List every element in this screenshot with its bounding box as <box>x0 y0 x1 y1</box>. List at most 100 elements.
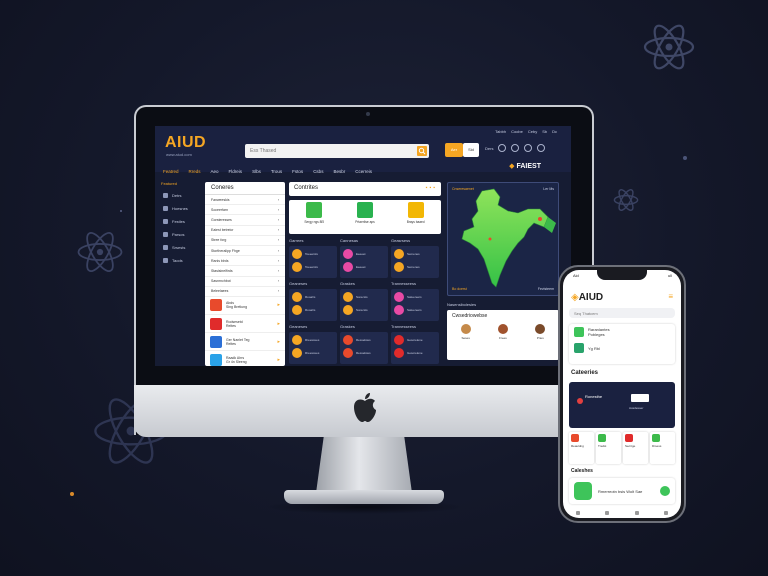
phone-featured-card: Raranlantes Pobleges Yg Rbl <box>569 324 675 364</box>
search-icon[interactable] <box>605 511 610 515</box>
app-grid-cell[interactable]: Semenes Semenes <box>391 246 439 278</box>
category-item[interactable]: Stasisinelfirds › <box>205 266 285 277</box>
app-logo[interactable]: ◈AIUD <box>571 292 603 303</box>
category-app-row[interactable]: Abds Sing Bretlung ▸ <box>205 297 285 316</box>
phone-tile[interactable]: Tredst <box>596 432 621 464</box>
category-item[interactable]: Stree forg › <box>205 236 285 246</box>
play-icon[interactable]: ▸ <box>277 357 280 363</box>
category-app-row[interactable]: Rodsesetd Reltes ▸ <box>205 315 285 334</box>
category-item[interactable]: Gorsteresses › <box>205 215 285 226</box>
user-icon[interactable] <box>498 144 507 152</box>
install-button[interactable] <box>660 486 670 496</box>
phone-card-row[interactable]: Yg Rbl <box>569 340 675 356</box>
play-icon[interactable]: ▸ <box>277 339 280 345</box>
india-map-panel[interactable]: Cnseresaenet Ler Ms Bo dcerst Fevisteem <box>447 182 559 296</box>
category-item[interactable]: Fanweeskis › <box>205 195 285 206</box>
phone-tile[interactable]: Drsess <box>650 432 675 464</box>
sparkle-dot <box>683 156 687 160</box>
home-icon[interactable] <box>575 511 580 515</box>
app-grid-cell[interactable]: Toeeersls Toeeersls <box>289 246 337 278</box>
nav-item[interactable]: Trous <box>271 169 282 174</box>
category-app-row[interactable]: Raadk Ahrs Gr 4n Sleeng ▸ <box>205 351 285 366</box>
top-link[interactable]: Dc <box>552 129 557 134</box>
more-icon[interactable]: ▪▪▪ <box>426 185 437 191</box>
sidebar-item[interactable]: Festles <box>155 215 201 228</box>
phone-card-text: Raranlantes Pobleges <box>588 327 610 337</box>
category-app-row[interactable]: Ger Nanlet Teg Reltes ▸ <box>205 333 285 352</box>
grid-icon[interactable] <box>634 511 639 515</box>
phone-card-row[interactable]: Raranlantes Pobleges <box>569 324 675 340</box>
app-grid-cell[interactable]: Rooalrs Rooalrs <box>289 289 337 321</box>
sidebar-item[interactable]: Hoesnes <box>155 202 201 215</box>
category-item[interactable]: Sasnrnchbot › <box>205 277 285 287</box>
phone-search-input[interactable]: Seq Thatcem <box>569 308 675 318</box>
app-icon <box>407 202 424 218</box>
app-grid-cell[interactable]: Sorecsts Sorecsts <box>340 289 388 321</box>
app-icon <box>292 348 302 358</box>
app-grid-cell[interactable]: Resselstes Resselstes <box>340 332 388 364</box>
grid-cell-label: Toeeersls <box>305 265 318 269</box>
app-grid-cell[interactable]: Satuereers Satuereers <box>391 289 439 321</box>
category-item[interactable]: Ranis blrds › <box>205 256 285 267</box>
person[interactable]: Pries <box>535 324 546 340</box>
content-header: Contrites ▪▪▪ <box>289 182 441 196</box>
top-link[interactable]: Sb <box>542 129 547 134</box>
bell-icon[interactable] <box>511 144 520 152</box>
featured-app[interactable]: Sergy ngs 8El <box>292 202 336 224</box>
app-grid-cell[interactable]: Rreescees Rreescees <box>289 332 337 364</box>
header-link[interactable]: Ders <box>485 146 493 151</box>
sidebar-item[interactable]: Detrs <box>155 189 201 202</box>
category-item[interactable]: Soceerfarn › <box>205 205 285 216</box>
play-icon[interactable]: ▸ <box>277 321 280 327</box>
nav-item[interactable]: Fstos <box>292 169 303 174</box>
sidebar-item-label: Hoesnes <box>172 206 188 211</box>
signup-button[interactable]: Sid <box>463 143 479 157</box>
sidebar-item[interactable]: Taods <box>155 254 201 267</box>
app-grid-cell[interactable]: Gesorelene Gesorelene <box>391 332 439 364</box>
site-logo[interactable]: AIUD <box>165 134 206 152</box>
phone-tile[interactable]: Reauldng <box>569 432 594 464</box>
nav-item[interactable]: Slbs <box>252 169 261 174</box>
nav-item[interactable]: Csbs <box>313 169 323 174</box>
imac-base <box>284 490 444 504</box>
sidebar-item[interactable]: Srsests <box>155 241 201 254</box>
phone-banner[interactable]: Ronesthe Aosdesoer <box>569 382 675 428</box>
globe-icon[interactable] <box>537 144 546 152</box>
featured-app[interactable]: Brays baaed <box>394 202 438 224</box>
app-text: Ger Nanlet Teg Reltes <box>226 338 249 346</box>
phone-tile[interactable]: Secrtge <box>623 432 648 464</box>
grid-cell-row: Sorecsts <box>343 292 385 302</box>
menu-icon[interactable]: ≡ <box>668 292 673 301</box>
search-input[interactable]: Ess Thased <box>245 144 429 158</box>
person[interactable]: Frees <box>497 324 508 340</box>
promo-label[interactable]: ◆ FAIEST <box>509 162 541 170</box>
app-subtitle: Sing Bretlung <box>226 305 248 310</box>
featured-app[interactable]: Prtaerlise aps <box>343 202 387 224</box>
nav-item[interactable]: Featred <box>163 169 179 174</box>
top-link[interactable]: Tabbh <box>495 129 506 134</box>
top-link[interactable]: Ceby <box>528 129 537 134</box>
app-grid-cell[interactable]: Eeeeet Eeeeet <box>340 246 388 278</box>
phone-app-card[interactable]: Rmerreotn bsis Wolt Sae <box>569 478 675 504</box>
app-icon <box>292 249 302 259</box>
settings-icon[interactable] <box>524 144 533 152</box>
category-item[interactable]: Beleelaees › <box>205 287 285 297</box>
play-icon[interactable]: ▸ <box>277 302 280 308</box>
top-link[interactable]: Coobe <box>511 129 523 134</box>
grid-cell-label: Sorecsts <box>356 295 368 299</box>
nav-item[interactable]: Aeo <box>211 169 219 174</box>
category-item[interactable]: Stortheralipp Fhge › <box>205 246 285 257</box>
person[interactable]: Seses <box>460 324 471 340</box>
nav-item[interactable]: Besbr <box>333 169 345 174</box>
category-item[interactable]: Eaiest betreicr › <box>205 226 285 236</box>
search-icon[interactable] <box>417 146 427 156</box>
user-icon[interactable] <box>664 511 669 515</box>
nav-item[interactable]: Ccerreis <box>355 169 372 174</box>
banner-button[interactable] <box>631 394 649 402</box>
sidebar-item[interactable]: Parsos <box>155 228 201 241</box>
nav-item[interactable]: Fldreis <box>229 169 243 174</box>
nav-item[interactable]: Rreds <box>189 169 201 174</box>
login-button[interactable]: Aer <box>445 143 463 157</box>
folder-icon <box>163 245 168 250</box>
grid-cell-row: Resselstes <box>343 348 385 358</box>
